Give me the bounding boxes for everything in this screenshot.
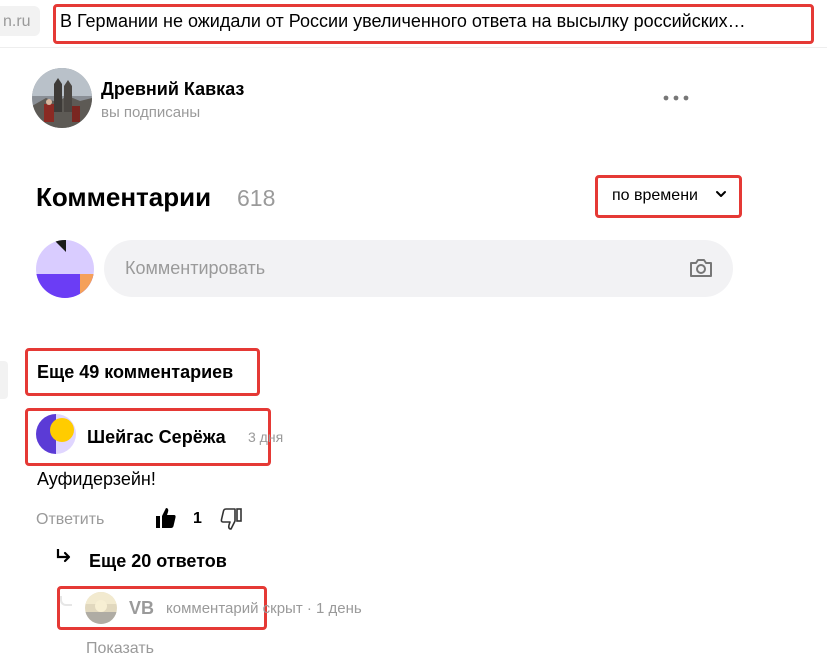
comment-text: Ауфидерзейн! — [37, 469, 156, 489]
camera-icon[interactable] — [688, 256, 714, 280]
show-hidden-reply-button[interactable]: Показать — [86, 640, 154, 658]
channel-avatar[interactable] — [32, 68, 92, 128]
previous-tab[interactable]: n.ru — [0, 6, 40, 36]
user-avatar — [36, 240, 94, 298]
reply-author-name[interactable]: VB — [129, 598, 154, 619]
thumbs-up-icon[interactable] — [155, 507, 177, 529]
comment-input[interactable] — [104, 240, 733, 297]
comment-author-name[interactable]: Шейгас Серёжа — [87, 427, 226, 448]
comment-time: 3 дня — [248, 429, 284, 445]
channel-name[interactable]: Древний Кавказ — [101, 79, 244, 100]
more-replies-button[interactable]: Еще 20 ответов — [89, 551, 227, 572]
hidden-reply-status: комментарий скрыт · 1 день — [166, 600, 362, 617]
chevron-down-icon[interactable] — [715, 187, 727, 201]
reply-arrow-icon — [55, 547, 73, 565]
subscription-status: вы подписаны — [101, 104, 201, 121]
side-panel-handle[interactable] — [0, 361, 8, 399]
comments-title: Комментарии — [36, 182, 212, 212]
comment-author-avatar[interactable] — [36, 414, 76, 454]
more-options-icon[interactable] — [660, 88, 692, 108]
sort-label[interactable]: по времени — [612, 187, 698, 205]
thumbs-down-icon[interactable] — [220, 508, 242, 530]
article-headline-tab[interactable]: В Германии не ожидали от России увеличен… — [60, 11, 810, 32]
reply-button[interactable]: Ответить — [36, 511, 104, 529]
more-comments-label[interactable]: Еще 49 комментариев — [37, 362, 233, 383]
previous-tab-label: n.ru — [3, 13, 31, 30]
like-count: 1 — [193, 510, 202, 527]
divider — [0, 47, 827, 48]
comments-count: 618 — [237, 185, 276, 211]
reply-author-avatar[interactable] — [85, 592, 117, 624]
